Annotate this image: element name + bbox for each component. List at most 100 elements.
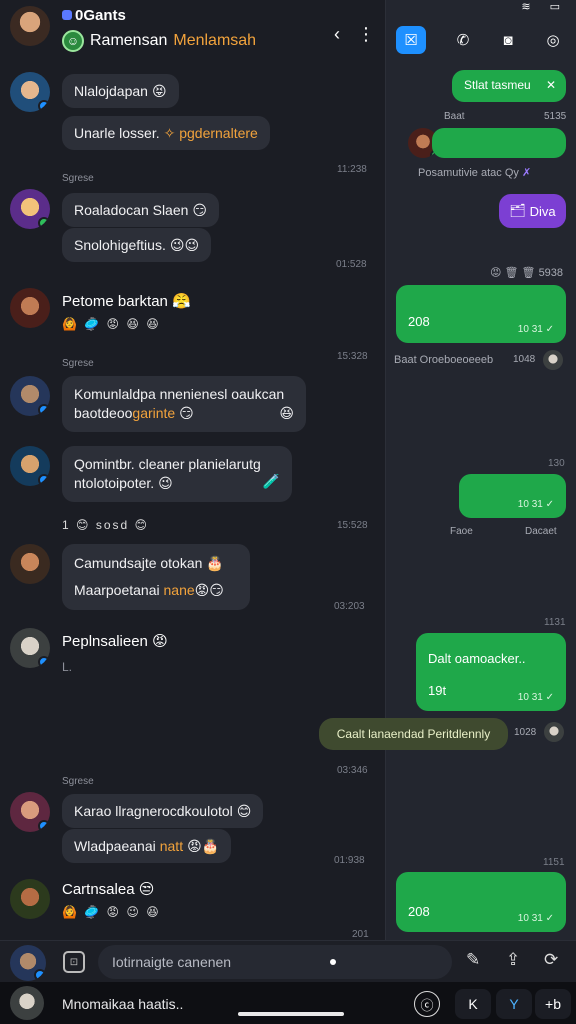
double-check-icon: ✓ [545,913,554,924]
avatar[interactable] [10,376,50,416]
avatar[interactable] [10,792,50,832]
clock-icon[interactable]: ⓒ [414,991,440,1017]
message-meta-text: 10 31 [517,499,543,510]
sender-name: Petome barktan 😤 [62,292,191,310]
double-check-icon: ✓ [545,692,554,703]
outgoing-message[interactable]: 10 31 ✓ [459,474,566,518]
contact-icon[interactable]: ☒ [396,26,426,54]
message-bubble[interactable]: Wladpaeanai natt 😡🎂 [62,829,232,863]
sender-name: Peplnsalieen 😡 [62,632,168,650]
message-text-line2: ntolotoipoter. 😉 [74,475,173,492]
message-value: 208 [408,314,430,329]
more-icon[interactable]: ⋮ [357,24,375,45]
attach-icon[interactable]: ⊡ [63,951,85,973]
share-icon[interactable]: ⇪ [506,950,520,970]
message-meta: 10 31 ✓ [518,692,554,703]
avatar[interactable] [10,986,44,1020]
message-text: Camundsajte otokan [74,555,203,571]
avatar[interactable] [10,628,50,668]
emoji: 😏 [192,201,208,218]
message-accent-text: nane [163,582,195,598]
message-value: 19t [428,683,447,698]
emoji: 😡 [152,633,168,650]
message-bubble[interactable]: Roaladocan Slaen 😏 [62,193,220,227]
verified-badge-icon [38,404,50,416]
emoji: 😉 [158,475,173,491]
message-bubble[interactable]: Nlalojdapan 😝 [62,74,179,108]
emoji: 😒 [138,881,155,898]
avatar[interactable] [10,945,46,981]
pencil-icon[interactable]: ✎ [466,950,480,970]
message-caption: Dacaet [525,526,557,537]
avatar[interactable] [10,72,50,112]
outgoing-message[interactable]: 208 10 31 ✓ [396,872,566,932]
timestamp: 201 [352,929,369,940]
message-caption: Faoe [450,526,473,537]
outgoing-message[interactable]: Dalt oamoacker.. 19t 10 31 ✓ [416,633,566,711]
outgoing-message[interactable]: 208 10 31 ✓ [396,285,566,343]
reaction-row[interactable]: 🙆 🥏 😡 😆 😆 [62,317,161,331]
app-name: 0Gants [62,7,126,24]
emoji: 😉😉 [169,236,200,253]
system-pill[interactable]: Caalt lanaendad Peritdlennly [319,718,508,750]
timestamp: 5135 [544,111,567,122]
y-icon[interactable]: Y [496,989,532,1019]
message-text: Karao llragnerocdkoulotol [74,803,233,819]
close-icon: ✕ [545,78,556,92]
sender-name-text: Peplnsalieen [62,633,148,650]
message-meta-text: 10 31 [517,324,543,335]
avatar[interactable] [10,189,50,229]
sender-name-text: Petome barktan [62,293,168,310]
circle-icon[interactable]: ◎ [538,26,568,54]
avatar[interactable] [543,350,563,370]
home-indicator[interactable] [238,1012,344,1016]
purple-chip[interactable]: 🗂 Diva [499,194,566,228]
message-text-line2: Maarpoetanai nane😡😏 [74,582,224,599]
phone-icon[interactable]: ✆ [448,26,478,54]
avatar[interactable] [544,722,564,742]
bottom-label[interactable]: Mnomaikaa haatis.. [62,996,183,1012]
verified-badge-icon [38,100,50,112]
sender-label: Sgrese [62,358,94,369]
message-bubble[interactable]: Komunlaldpa nnenienesl oaukcan baotdeoog… [62,376,306,432]
emoji: 😊 [236,802,252,819]
chevron-left-icon[interactable]: ‹ [334,24,340,45]
avatar[interactable] [10,288,50,328]
profile-avatar[interactable] [10,6,50,46]
outgoing-message[interactable] [432,128,566,158]
message-bubble[interactable]: Karao llragnerocdkoulotol 😊 [62,794,264,828]
message-text: Stlat tasmeu [464,78,531,92]
emoji: 😤 [172,293,191,310]
avatar[interactable] [10,879,50,919]
status-line: 😡 🗑 🗑 5938 [490,267,564,279]
message-input[interactable]: Iotirnaigte canenen [98,945,452,979]
message-text: Wladpaeanai [74,838,156,854]
timestamp: 130 [548,458,565,469]
reaction-row[interactable]: 1 😊 sosd 😊 [62,518,149,532]
video-icon[interactable]: ◙ [493,26,523,54]
sender-label: Sgrese [62,776,94,787]
message-bubble[interactable]: Qomintbr. cleaner planielarutg ntolotoip… [62,446,292,502]
message-text: Roaladocan Slaen [74,202,189,218]
message-bubble[interactable]: Snolohigeftius. 😉😉 [62,228,212,262]
sender-name-text: Cartnsalea [62,881,135,898]
timestamp: 1028 [514,727,537,738]
group-icon: ☺ [62,30,84,52]
chat-title[interactable]: ☺ Ramensan Menlamsah [62,30,256,52]
b-icon[interactable]: +b [535,989,571,1019]
verified-badge-icon [38,820,50,832]
avatar[interactable] [10,446,50,486]
message-text: Unarle losser. [74,125,160,141]
timestamp: 11:238 [337,164,367,175]
status-bar-icons: ≋ ▭ [521,1,568,13]
avatar[interactable] [10,544,50,584]
message-bubble[interactable]: Camundsajte otokan 🎂 Maarpoetanai nane😡😏 [62,544,250,610]
outgoing-message[interactable]: Stlat tasmeu ✕ [452,70,566,102]
chip-label: Diva [529,203,556,219]
reaction-row[interactable]: 🙆 🥏 😡 😉 😆 [62,905,161,919]
message-text-part: baotdeoo [74,405,133,421]
chat-title-text: Ramensan [90,32,168,49]
refresh-icon[interactable]: ⟳ [544,950,558,970]
message-bubble[interactable]: Unarle losser. ✧ pgdernaltere [62,116,270,150]
k-icon[interactable]: K [455,989,491,1019]
